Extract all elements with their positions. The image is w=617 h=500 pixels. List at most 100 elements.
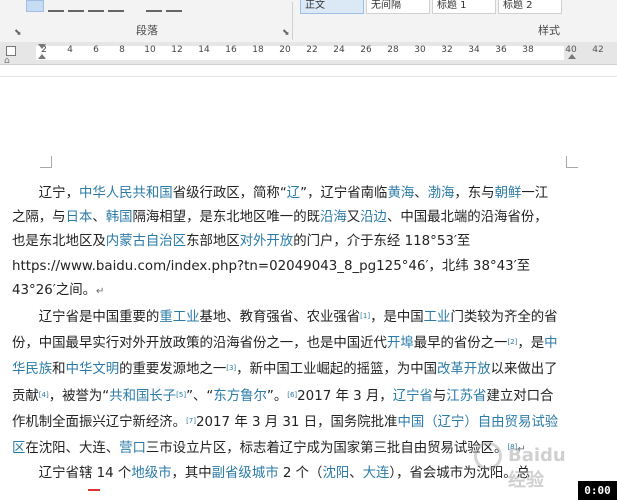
ruler-tick: 30 <box>414 45 426 55</box>
text: 的重要发源地之一 <box>119 362 227 378</box>
text: 在沈阳、大连、 <box>25 441 120 457</box>
paragraph-mark-icon: ↵ <box>96 285 105 297</box>
hyperlink[interactable]: 沿海 <box>320 210 347 225</box>
page-top-boundary <box>0 76 617 77</box>
hyperlink[interactable]: 对外开放 <box>240 234 294 249</box>
hyperlink[interactable]: 辽宁省 <box>393 389 433 404</box>
tab-selector-icon[interactable] <box>6 46 16 56</box>
ruler-tick: 36 <box>495 45 507 55</box>
text: ”，辽宁省南临 <box>300 186 388 201</box>
video-timer: 0:00 <box>578 481 617 500</box>
hyperlink[interactable]: 大连 <box>363 466 390 481</box>
hyperlink[interactable]: 中华人民共和国 <box>79 186 173 201</box>
ruler-tick: 4 <box>67 45 73 55</box>
distributed-icon[interactable] <box>108 0 124 12</box>
hyperlink[interactable]: 内蒙古自治区 <box>106 234 186 249</box>
ruler-tick: 38 <box>522 45 534 55</box>
hyperlink[interactable]: 渤海 <box>428 186 455 201</box>
horizontal-ruler[interactable]: 2 4 6 8 10 12 14 16 18 20 22 24 26 28 30… <box>0 42 617 65</box>
citation[interactable]: [2] <box>507 338 517 346</box>
text: 、 <box>414 186 428 201</box>
styles-group-label: 样式 <box>538 24 560 37</box>
citation[interactable]: [3] <box>226 364 236 372</box>
hanging-indent-marker[interactable] <box>38 54 46 59</box>
ribbon: 正文 无间隔 标题 1 标题 2 段落 ⬊ ⬊ 样式 <box>0 0 617 43</box>
hyperlink[interactable]: 沿边 <box>360 210 387 225</box>
ruler-tick: 20 <box>279 45 291 55</box>
hyperlink[interactable]: 副省级城市 <box>212 466 279 481</box>
text: 又 <box>346 210 361 226</box>
hyperlink[interactable]: 地级市 <box>131 466 171 481</box>
text: ，是中国 <box>370 310 424 326</box>
citation[interactable]: [1] <box>360 312 370 320</box>
vertical-ruler-marker: ⌂ <box>4 56 10 66</box>
ruler-tick: 24 <box>333 45 345 55</box>
hyperlink[interactable]: 开埠 <box>387 336 414 351</box>
hyperlink[interactable]: 韩国 <box>106 210 133 225</box>
text: ，是 <box>517 336 545 352</box>
hyperlink[interactable]: 营口 <box>119 441 146 456</box>
text: ，东与 <box>454 186 495 201</box>
paragraph-1: 辽宁，中华人民共和国省级行政区，简称“辽”，辽宁省南临黄海、渤海，东与朝鲜一江之… <box>12 182 560 304</box>
text: 2017 年 3 月， <box>297 388 393 404</box>
crop-mark-right <box>566 156 578 168</box>
text: ，新中国工业崛起的摇篮，为中国 <box>236 362 438 378</box>
citation[interactable]: [7] <box>186 417 196 425</box>
first-line-indent-marker[interactable] <box>38 44 46 49</box>
text: ”、“ <box>186 388 214 404</box>
ruler-tick: 26 <box>360 45 372 55</box>
align-center-icon[interactable] <box>48 0 64 12</box>
ruler-tick: 10 <box>144 45 156 55</box>
hyperlink[interactable]: 沈阳 <box>322 466 349 481</box>
paragraph-tools <box>26 0 182 14</box>
shading-icon[interactable] <box>166 0 182 12</box>
justify-icon[interactable] <box>88 0 104 12</box>
style-heading-2[interactable]: 标题 2 <box>498 0 562 14</box>
hyperlink[interactable]: 朝鲜 <box>495 186 522 201</box>
text: 东部地区 <box>186 234 240 250</box>
crop-mark-left <box>40 156 52 168</box>
text: 与 <box>432 388 447 404</box>
hyperlink[interactable]: 黄海 <box>387 186 414 201</box>
ruler-tick: 28 <box>387 45 399 55</box>
text: 隔海相望，是东北地区唯一的既 <box>132 210 320 226</box>
hyperlink[interactable]: 改革开放 <box>437 362 491 377</box>
ruler-tick: 12 <box>171 45 183 55</box>
ruler-tick: 34 <box>468 45 480 55</box>
ruler-tick: 14 <box>198 45 210 55</box>
align-right-icon[interactable] <box>68 0 84 12</box>
hyperlink[interactable]: 东方鲁尔 <box>213 389 267 404</box>
hyperlink[interactable]: 共和国长子 <box>109 389 176 404</box>
line-spacing-icon[interactable] <box>146 0 162 12</box>
style-no-spacing[interactable]: 无间隔 <box>366 0 430 14</box>
style-normal[interactable]: 正文 <box>300 0 364 14</box>
citation[interactable]: [4] <box>39 391 49 399</box>
style-heading-1[interactable]: 标题 1 <box>432 0 496 14</box>
font-dialog-launcher-icon[interactable]: ⬊ <box>14 28 22 38</box>
citation[interactable]: [5] <box>176 391 186 399</box>
text: 2017 年 3 月 31 日，国务院批准 <box>196 414 398 430</box>
paragraph-dialog-launcher-icon[interactable]: ⬊ <box>282 28 290 38</box>
hyperlink[interactable]: 工业 <box>424 310 451 325</box>
citation[interactable]: [6] <box>287 391 297 399</box>
align-left-icon[interactable] <box>26 0 44 12</box>
watermark-text: Baidu 经验 <box>508 445 566 491</box>
text: ”。 <box>266 388 288 404</box>
paragraph-group-label: 段落 <box>136 24 158 37</box>
ruler-tick: 32 <box>441 45 453 55</box>
text: 基地、教育强省、农业强省 <box>199 310 361 326</box>
hyperlink[interactable]: 江苏省 <box>446 389 486 404</box>
text: 最早的省份之一 <box>413 336 508 352</box>
text: 、 <box>92 210 106 226</box>
hyperlink[interactable]: 日本 <box>66 210 93 225</box>
right-indent-marker[interactable] <box>568 54 576 59</box>
hyperlink[interactable]: 中华文明 <box>66 362 120 377</box>
text: 和 <box>52 362 66 378</box>
hyperlink[interactable]: 辽 <box>287 186 300 201</box>
text: ，被誉为“ <box>48 388 110 404</box>
ruler-tick: 22 <box>306 45 318 55</box>
text: 辽宁省是中国重要的 <box>38 310 160 326</box>
ruler-tick: 6 <box>93 45 99 55</box>
hyperlink[interactable]: 重工业 <box>159 310 199 325</box>
ruler-tick: 8 <box>119 45 125 55</box>
